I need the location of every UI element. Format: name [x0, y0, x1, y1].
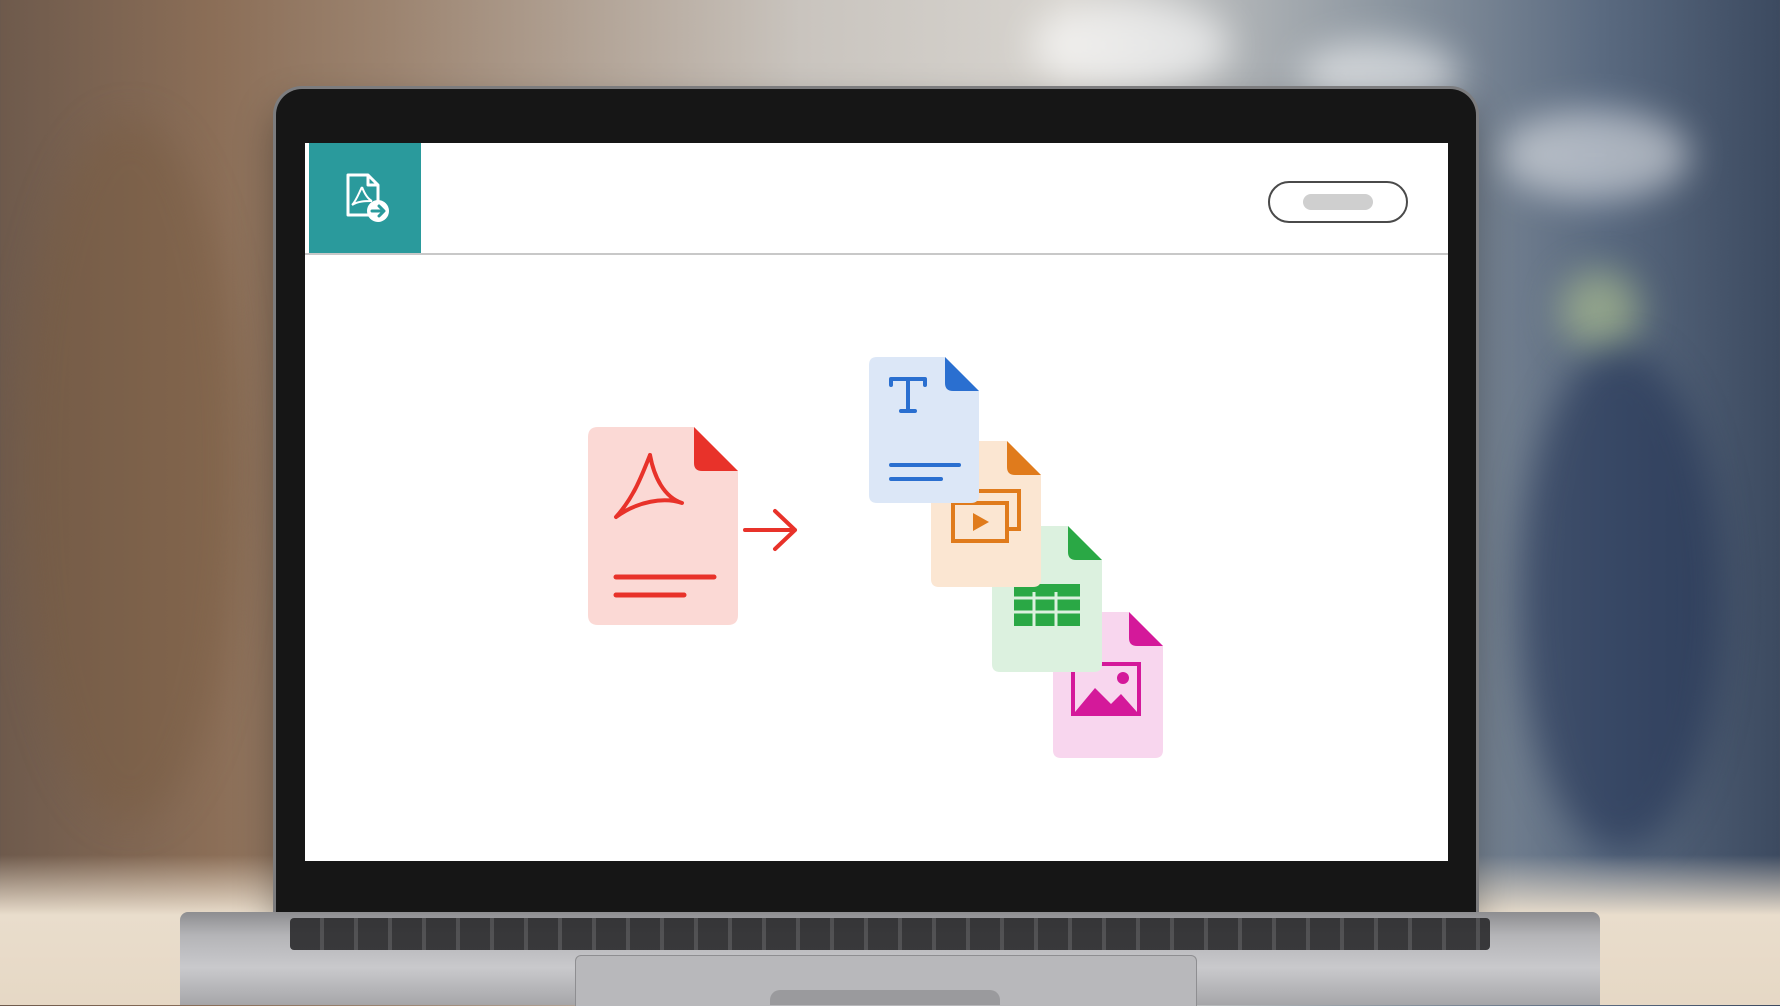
- toggle-knob: [1303, 194, 1373, 210]
- background-bokeh: [1030, 0, 1230, 90]
- background-bokeh: [20, 120, 240, 820]
- conversion-arrow: [741, 505, 801, 555]
- arrow-right-icon: [743, 509, 797, 551]
- background-bokeh: [1560, 270, 1640, 350]
- laptop-keyboard: [290, 918, 1490, 950]
- pdf-source-document: [588, 427, 738, 627]
- text-output-document: [869, 357, 979, 503]
- toggle-button[interactable]: [1268, 181, 1408, 223]
- text-file-icon: [869, 357, 979, 503]
- background-bokeh: [1520, 350, 1720, 850]
- app-logo[interactable]: [309, 143, 421, 253]
- laptop-screen: [305, 143, 1448, 861]
- background-bokeh: [1500, 110, 1690, 200]
- laptop-notch: [770, 990, 1000, 1005]
- pdf-file-icon: [588, 427, 738, 625]
- pdf-convert-icon: [346, 173, 389, 222]
- app-header: [305, 143, 1448, 255]
